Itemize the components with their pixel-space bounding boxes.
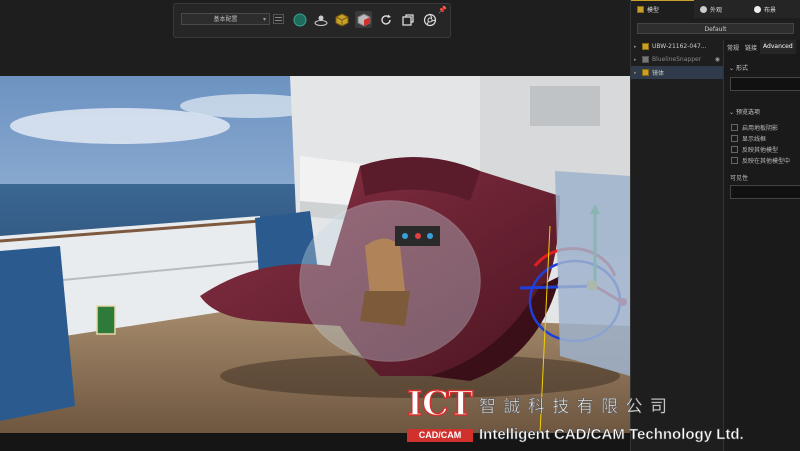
tab-appearance-label: 外观 xyxy=(710,6,723,14)
scene-render xyxy=(0,76,630,433)
tab-model-label: 模型 xyxy=(647,7,660,14)
checkbox-reflect-others[interactable]: 反映其他模型 xyxy=(724,144,800,155)
box-icon[interactable] xyxy=(355,11,372,28)
panel-tabs: 模型 外观 布景 xyxy=(631,0,800,18)
eye-icon[interactable]: ◉ xyxy=(715,56,720,63)
floating-toolbar: 基本配置 ▾ 📌 xyxy=(173,3,451,38)
shape-field[interactable] xyxy=(730,77,800,91)
caret-right-icon[interactable]: ▸ xyxy=(634,70,639,76)
checkbox-label: 反映其他模型 xyxy=(742,147,779,154)
list-icon[interactable] xyxy=(273,14,284,24)
preset-dropdown[interactable]: 基本配置 ▾ xyxy=(181,13,270,25)
preview-options: 启用地板阴影 显示线框 反映其他模型 反映在其他模型中 xyxy=(724,122,800,166)
tab-scene[interactable]: 布景 xyxy=(748,0,800,18)
section-preview[interactable]: ⌄ 预览选项 xyxy=(724,107,800,116)
cube-icon xyxy=(637,6,644,13)
preset-label: 基本配置 xyxy=(213,16,238,23)
cube-icon[interactable] xyxy=(333,11,350,28)
company-watermark: ICT CAD/CAM 智 誠 科 技 有 限 公 司 Intelligent … xyxy=(405,383,800,451)
property-tabs: 常规 链接 Advanced xyxy=(724,40,800,54)
sphere-icon xyxy=(700,5,707,13)
pin-icon[interactable]: 📌 xyxy=(438,6,447,14)
company-name-en: Intelligent CAD/CAM Technology Ltd. xyxy=(479,426,744,444)
tree-item-label: 镜体 xyxy=(652,70,665,77)
tab-links[interactable]: 链接 xyxy=(742,40,760,54)
logo-subtext: CAD/CAM xyxy=(407,429,473,442)
checkbox-reflect-in-others[interactable]: 反映在其他模型中 xyxy=(724,155,800,166)
tree-item-label: BluelineSnapper xyxy=(652,56,702,63)
caret-right-icon[interactable]: ▸ xyxy=(634,44,639,50)
checkbox-floor-shadow[interactable]: 启用地板阴影 xyxy=(724,122,800,133)
chevron-down-icon: ⌄ xyxy=(729,109,735,116)
tree-item[interactable]: ▸ BluelineSnapper ◉ xyxy=(631,53,723,66)
tree-item[interactable]: ▸ 镜体 xyxy=(631,66,723,79)
caret-right-icon[interactable]: ▸ xyxy=(634,57,639,63)
checkbox-wireframe[interactable]: 显示线框 xyxy=(724,133,800,144)
chevron-down-icon: ⌄ xyxy=(729,65,735,72)
tab-appearance[interactable]: 外观 xyxy=(694,0,748,18)
scene-panel: 模型 外观 布景 Default ▸ UBW-21162-047... ▸ Bl… xyxy=(630,0,800,451)
cube-icon xyxy=(642,56,649,63)
checkbox-label: 显示线框 xyxy=(742,136,767,143)
render-icon[interactable] xyxy=(399,11,416,28)
visibility-label: 可见性 xyxy=(730,175,749,182)
tree-item-label: UBW-21162-047... xyxy=(652,43,707,50)
tab-general[interactable]: 常规 xyxy=(724,40,742,54)
tab-advanced[interactable]: Advanced xyxy=(760,40,796,54)
section-shape-label: 形式 xyxy=(735,65,748,72)
checkbox-icon xyxy=(731,124,738,131)
tab-scene-label: 布景 xyxy=(764,6,777,14)
section-shape[interactable]: ⌄ 形式 xyxy=(724,63,800,72)
chevron-down-icon: ▾ xyxy=(262,16,266,23)
default-button[interactable]: Default xyxy=(637,23,794,34)
cube-icon xyxy=(642,69,649,76)
turntable-icon[interactable] xyxy=(312,11,329,28)
checkbox-icon xyxy=(731,146,738,153)
checkbox-icon xyxy=(731,157,738,164)
tree-item[interactable]: ▸ UBW-21162-047... xyxy=(631,40,723,53)
checkbox-icon xyxy=(731,135,738,142)
company-name-cn: 智 誠 科 技 有 限 公 司 xyxy=(479,397,668,418)
logo-text: ICT xyxy=(406,383,474,425)
top-toolbar-area: 基本配置 ▾ 📌 xyxy=(0,0,630,76)
tab-model[interactable]: 模型 xyxy=(631,0,694,18)
reload-icon[interactable] xyxy=(377,11,394,28)
model-tree: ▸ UBW-21162-047... ▸ BluelineSnapper ◉ ▸… xyxy=(631,40,723,79)
ict-logo: ICT CAD/CAM xyxy=(405,383,475,448)
cube-icon xyxy=(642,43,649,50)
palette-icon[interactable] xyxy=(291,11,308,28)
visibility-field[interactable] xyxy=(730,185,800,199)
scene-icon xyxy=(754,5,761,13)
render-viewport[interactable] xyxy=(0,76,630,433)
checkbox-label: 反映在其他模型中 xyxy=(742,158,791,165)
camera-shutter-icon[interactable] xyxy=(421,11,438,28)
checkbox-label: 启用地板阴影 xyxy=(742,125,779,132)
section-preview-label: 预览选项 xyxy=(735,109,760,116)
